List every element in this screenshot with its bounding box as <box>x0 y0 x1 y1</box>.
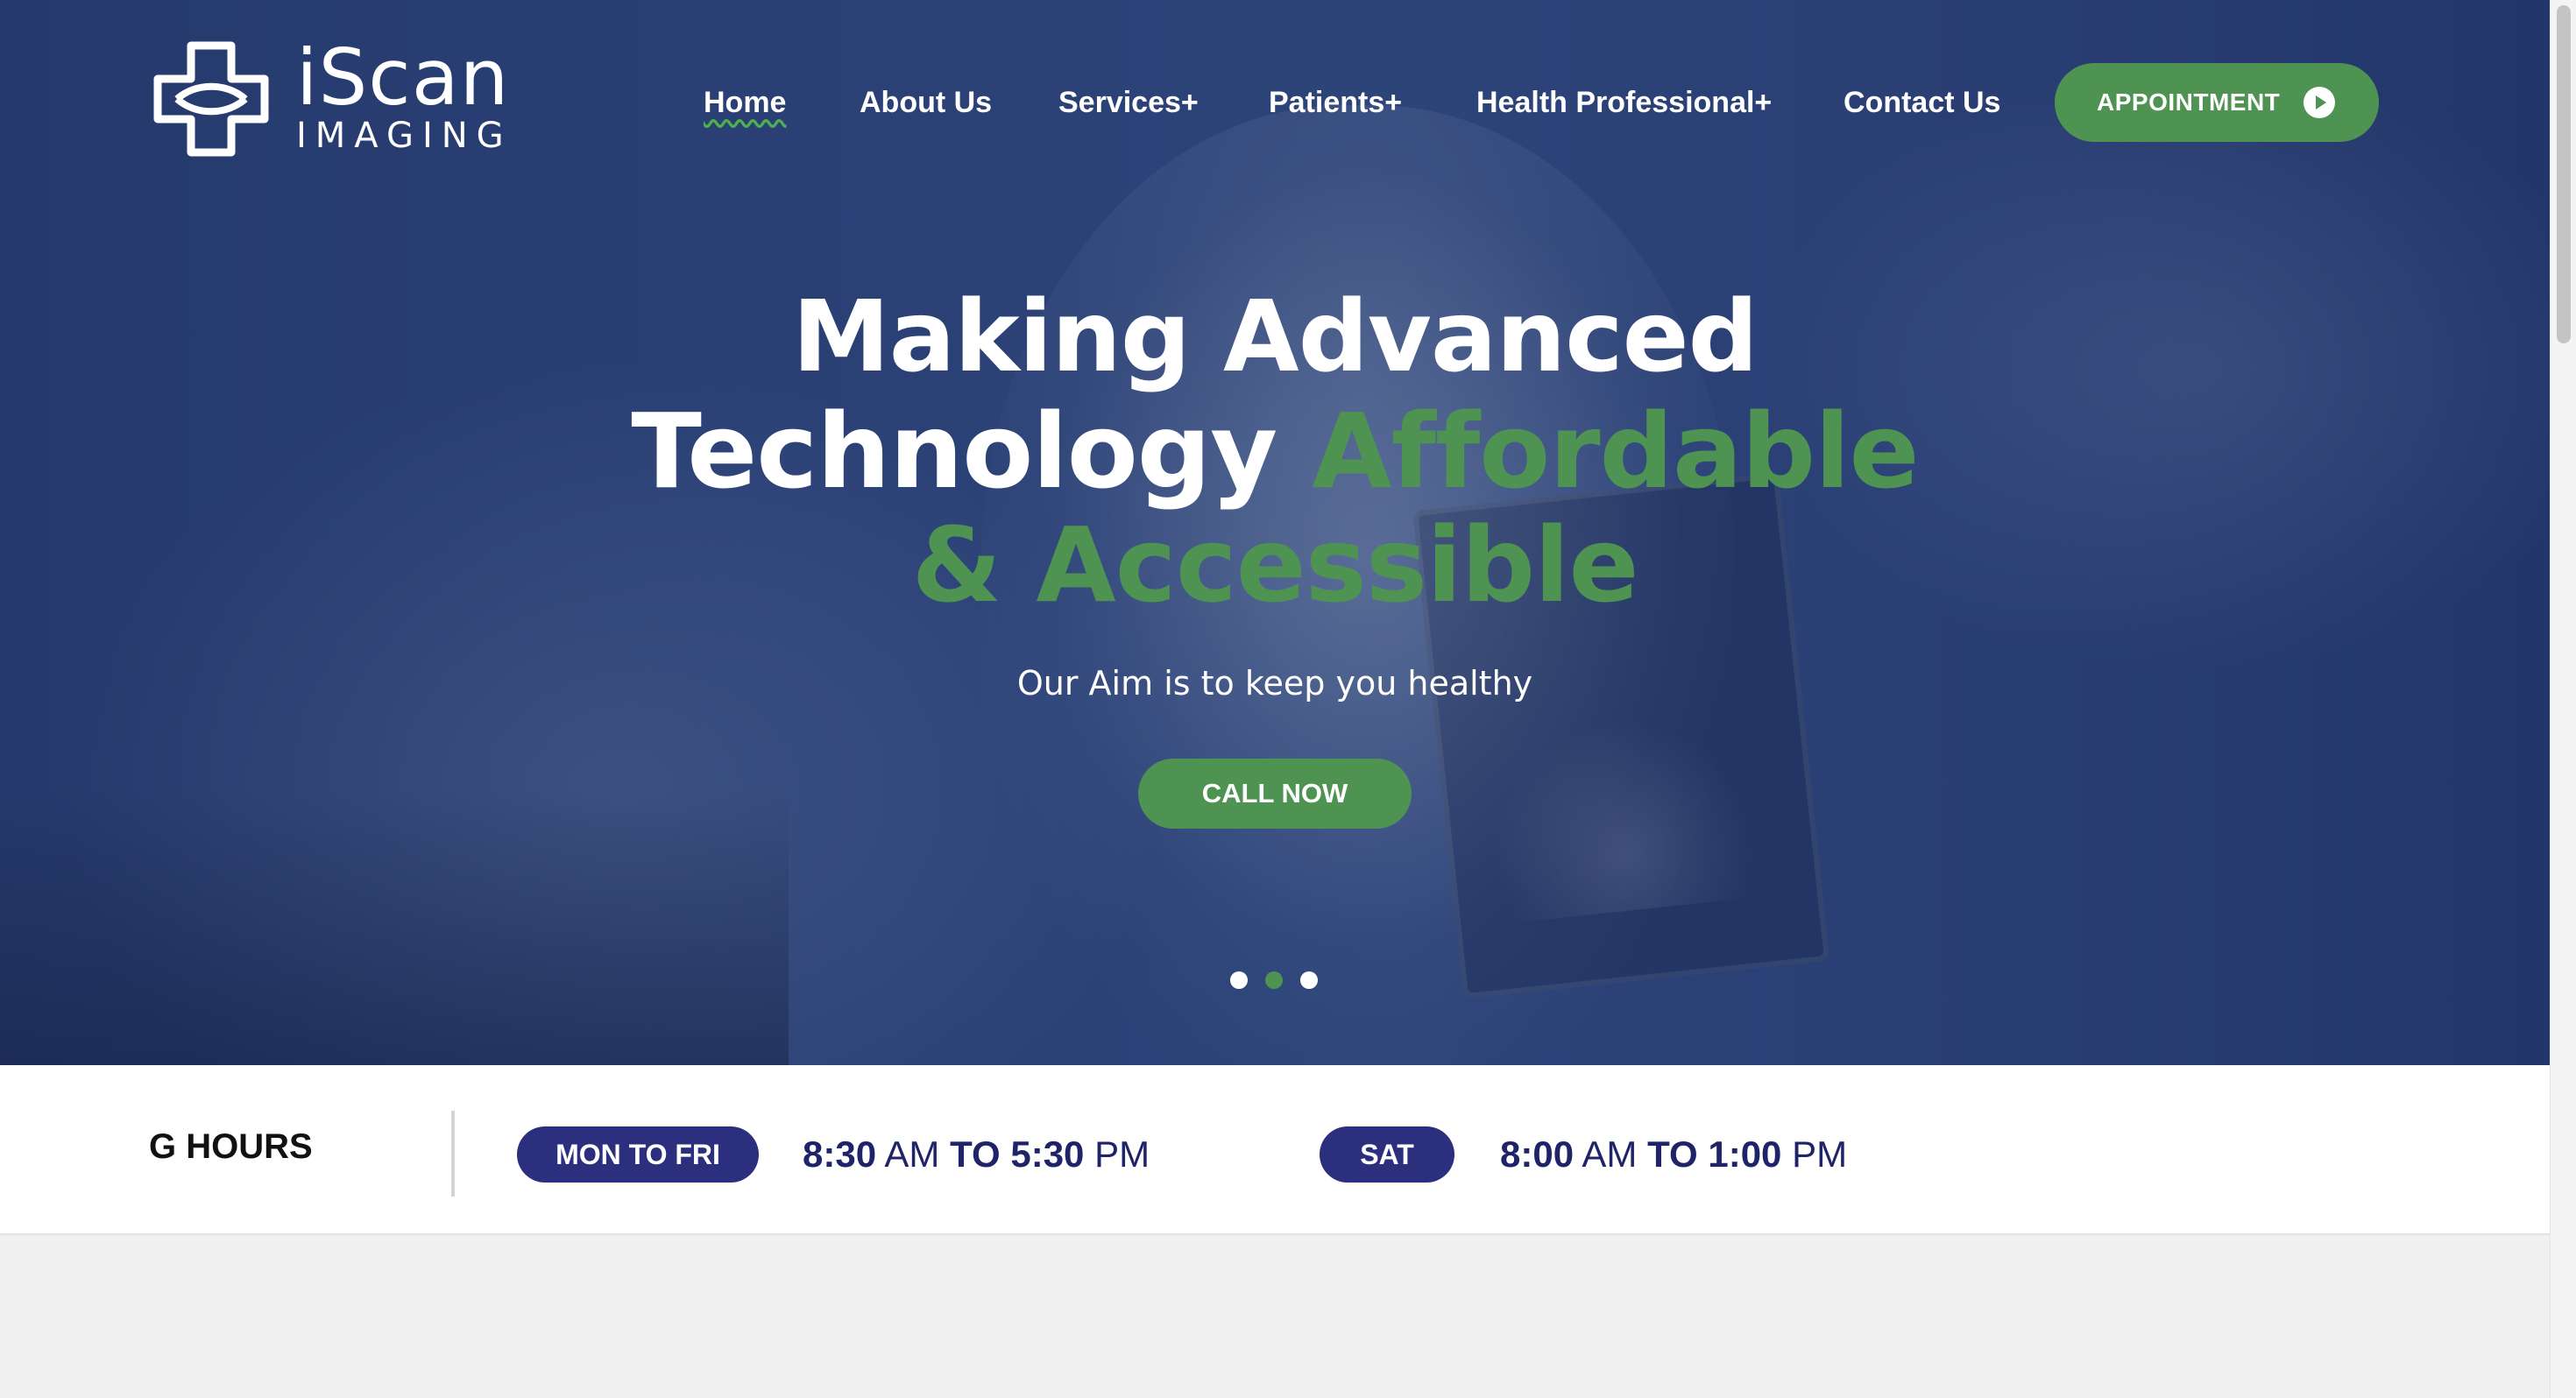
saturday-open-time: 8:00 <box>1500 1133 1575 1175</box>
saturday-badge: SAT <box>1320 1126 1454 1183</box>
saturday-close-period: PM <box>1792 1133 1848 1175</box>
saturday-hours: 8:00 AM TO 1:00 PM <box>1500 1130 1847 1179</box>
hero-tagline: Our Aim is to keep you healthy <box>1016 664 1533 703</box>
hero-headline-affordable: Affordable <box>1312 391 1919 512</box>
weekday-open-period: AM <box>884 1133 940 1175</box>
slider-dot-3[interactable] <box>1300 971 1318 989</box>
page-scrollbar[interactable] <box>2550 0 2576 1398</box>
slider-dot-2[interactable] <box>1265 971 1283 989</box>
hero-headline-technology: Technology <box>631 391 1277 512</box>
play-circle-icon <box>2304 87 2335 118</box>
logo-brand-name: iScan <box>296 32 510 123</box>
appointment-button-label: APPOINTMENT <box>2097 88 2281 116</box>
nav-home[interactable]: Home <box>704 81 786 124</box>
site-logo[interactable]: iScan IMAGING <box>152 32 513 158</box>
hero-headline: Making Advanced Technology Affordable & … <box>0 280 2550 622</box>
weekday-open-time: 8:30 <box>803 1133 877 1175</box>
appointment-button[interactable]: APPOINTMENT <box>2055 63 2379 142</box>
medical-cross-icon <box>152 40 270 158</box>
logo-brand-subtitle: IMAGING <box>296 116 513 156</box>
page: iScan IMAGING Home About Us Services+ Pa… <box>0 0 2576 1398</box>
slider-dot-1[interactable] <box>1230 971 1248 989</box>
weekday-close-time: 5:30 <box>1010 1133 1085 1175</box>
weekday-close-period: PM <box>1094 1133 1150 1175</box>
weekday-hours: 8:30 AM TO 5:30 PM <box>803 1130 1150 1179</box>
nav-patients[interactable]: Patients+ <box>1269 81 1402 124</box>
opening-hours-title: G HOURS <box>149 1127 313 1166</box>
hours-divider <box>451 1111 455 1197</box>
slider-pagination <box>1230 971 1318 989</box>
call-now-button[interactable]: CALL NOW <box>1138 759 1412 829</box>
hero-headline-line1: Making Advanced <box>792 280 1759 394</box>
scrollbar-thumb[interactable] <box>2557 5 2571 343</box>
nav-contact-us[interactable]: Contact Us <box>1844 81 2000 124</box>
nav-health-professional[interactable]: Health Professional+ <box>1476 81 1772 124</box>
weekday-badge: MON TO FRI <box>517 1126 759 1183</box>
nav-about-us[interactable]: About Us <box>860 81 992 124</box>
saturday-sep: TO <box>1647 1133 1698 1175</box>
nav-services[interactable]: Services+ <box>1058 81 1199 124</box>
weekday-sep: TO <box>950 1133 1001 1175</box>
hero-headline-accessible: & Accessible <box>911 505 1638 625</box>
hero-banner: iScan IMAGING Home About Us Services+ Pa… <box>0 0 2550 1065</box>
saturday-close-time: 1:00 <box>1708 1133 1782 1175</box>
opening-hours-bar: G HOURS MON TO FRI 8:30 AM TO 5:30 PM SA… <box>0 1065 2550 1235</box>
saturday-open-period: AM <box>1582 1133 1638 1175</box>
hero-photo-shadow <box>0 788 789 1065</box>
